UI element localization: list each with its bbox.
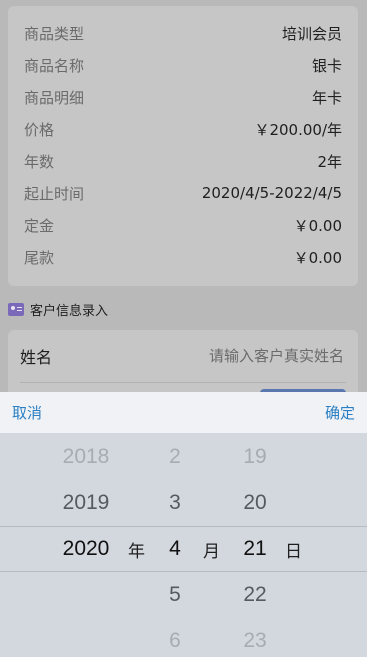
confirm-button[interactable]: 确定 bbox=[325, 402, 355, 423]
order-row-deposit: 定金 ￥0.00 bbox=[8, 209, 358, 241]
year-unit: 年 bbox=[128, 541, 145, 562]
year-option[interactable]: 2020 bbox=[52, 526, 120, 572]
row-label: 商品明细 bbox=[24, 88, 85, 107]
month-unit: 月 bbox=[203, 541, 220, 562]
row-value: ￥200.00/年 bbox=[254, 120, 342, 139]
order-summary-card: 商品类型 培训会员 商品名称 银卡 商品明细 年卡 价格 ￥200.00/年 年… bbox=[8, 6, 358, 286]
day-unit: 日 bbox=[285, 541, 302, 562]
order-row-years: 年数 2年 bbox=[8, 145, 358, 177]
id-card-icon bbox=[8, 302, 24, 316]
day-option[interactable]: 21 bbox=[225, 526, 285, 572]
day-option[interactable]: 22 bbox=[225, 572, 285, 618]
order-row-balance: 尾款 ￥0.00 bbox=[8, 241, 358, 273]
row-label: 商品类型 bbox=[24, 24, 85, 43]
row-value: 年卡 bbox=[311, 88, 342, 107]
year-option[interactable]: 2019 bbox=[52, 480, 120, 526]
day-option[interactable]: 19 bbox=[225, 434, 285, 480]
name-field-label: 姓名 bbox=[20, 348, 53, 367]
name-field-row: 姓名 bbox=[20, 330, 346, 383]
section-title: 客户信息录入 bbox=[30, 303, 109, 319]
year-column[interactable]: 2018 2019 2020 bbox=[52, 433, 120, 657]
month-column[interactable]: 23456 bbox=[150, 433, 200, 657]
row-label: 价格 bbox=[24, 120, 55, 139]
row-label: 定金 bbox=[24, 216, 55, 235]
row-value: ￥0.00 bbox=[293, 248, 342, 267]
row-value: 培训会员 bbox=[281, 24, 342, 43]
order-row-detail: 商品明细 年卡 bbox=[8, 81, 358, 113]
date-picker-wheel: 2018 2019 2020 23456 19 20 21 22 23 年 月 日 bbox=[0, 433, 367, 657]
month-option[interactable]: 5 bbox=[150, 572, 200, 618]
row-label: 商品名称 bbox=[24, 56, 85, 75]
row-value: 2年 bbox=[317, 152, 342, 171]
month-option[interactable]: 2 bbox=[150, 434, 200, 480]
year-option[interactable] bbox=[52, 572, 120, 618]
row-label: 年数 bbox=[24, 152, 55, 171]
order-row-price: 价格 ￥200.00/年 bbox=[8, 113, 358, 145]
month-option[interactable]: 3 bbox=[150, 480, 200, 526]
row-label: 起止时间 bbox=[24, 184, 85, 203]
year-option[interactable]: 2018 bbox=[52, 434, 120, 480]
month-option[interactable]: 6 bbox=[150, 618, 200, 657]
order-row-period: 起止时间 2020/4/5-2022/4/5 bbox=[8, 177, 358, 209]
order-page: 商品类型 培训会员 商品名称 银卡 商品明细 年卡 价格 ￥200.00/年 年… bbox=[0, 0, 367, 400]
month-option[interactable]: 4 bbox=[150, 526, 200, 572]
row-value: 2020/4/5-2022/4/5 bbox=[201, 184, 342, 202]
order-row-name: 商品名称 银卡 bbox=[8, 49, 358, 81]
customer-form-card: 姓名 bbox=[8, 330, 358, 400]
name-input[interactable] bbox=[132, 346, 346, 366]
picker-toolbar: 取消 确定 bbox=[0, 392, 367, 433]
customer-section-header: 客户信息录入 bbox=[8, 299, 108, 319]
day-column[interactable]: 19 20 21 22 23 bbox=[225, 433, 285, 657]
row-label: 尾款 bbox=[24, 248, 55, 267]
row-value: ￥0.00 bbox=[293, 216, 342, 235]
row-value: 银卡 bbox=[311, 56, 342, 75]
year-option[interactable] bbox=[52, 618, 120, 657]
cancel-button[interactable]: 取消 bbox=[12, 402, 42, 423]
day-option[interactable]: 23 bbox=[225, 618, 285, 657]
day-option[interactable]: 20 bbox=[225, 480, 285, 526]
order-row-type: 商品类型 培训会员 bbox=[8, 17, 358, 49]
